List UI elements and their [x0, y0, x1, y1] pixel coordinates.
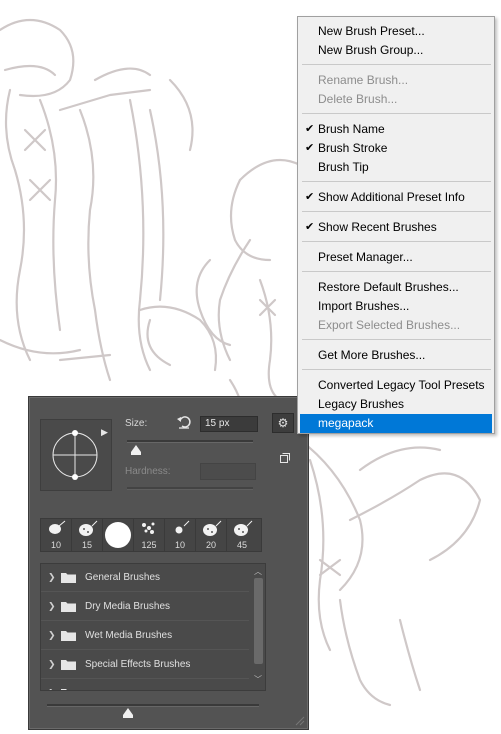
check-icon: ✔	[305, 123, 315, 135]
menu-separator	[302, 181, 491, 182]
menu-separator	[302, 64, 491, 65]
menu-item-brush-stroke[interactable]: ✔ Brush Stroke	[300, 139, 492, 158]
list-item[interactable]: ❯ General Brushes	[41, 564, 249, 592]
menu-separator	[302, 339, 491, 340]
recent-brush-1[interactable]: 10	[41, 519, 72, 551]
chevron-right-icon[interactable]: ❯	[48, 688, 56, 690]
menu-item-show-additional-preset-info[interactable]: ✔ Show Additional Preset Info	[300, 188, 492, 207]
check-icon: ✔	[305, 142, 315, 154]
folder-icon	[61, 602, 76, 612]
brush-textured-icon	[234, 520, 253, 536]
menu-item-legacy-brushes[interactable]: Legacy Brushes	[300, 395, 492, 414]
size-slider-thumb[interactable]	[130, 445, 141, 455]
reset-size-icon[interactable]	[176, 414, 192, 430]
folder-icon	[61, 689, 67, 690]
menu-item-get-more-brushes[interactable]: Get More Brushes...	[300, 346, 492, 365]
recent-brushes-strip: 10 15 125 10 20 45	[40, 518, 262, 552]
brush-groups-list: ❯ General Brushes ❯ Dry Media Brushes ❯ …	[40, 563, 266, 691]
list-item[interactable]: ❯ Dry Media Brushes	[41, 593, 249, 621]
scroll-down-icon[interactable]: ﹀	[254, 674, 262, 685]
preview-size-slider-track[interactable]	[47, 704, 259, 707]
hardness-label: Hardness:	[125, 466, 171, 477]
hardness-slider-track[interactable]	[127, 487, 253, 490]
menu-separator	[302, 113, 491, 114]
size-label: Size:	[125, 418, 148, 429]
size-input[interactable]: 15 px	[200, 416, 258, 432]
check-icon: ✔	[305, 221, 315, 233]
menu-item-new-brush-preset[interactable]: New Brush Preset...	[300, 22, 492, 41]
list-scrollbar[interactable]: ︿ ﹀	[252, 564, 265, 690]
menu-separator	[302, 271, 491, 272]
menu-item-converted-legacy-tool-presets[interactable]: Converted Legacy Tool Presets	[300, 376, 492, 395]
new-preset-icon[interactable]	[279, 452, 291, 464]
recent-brush-4[interactable]: 125	[134, 519, 165, 551]
preview-arrow-icon: ▶	[101, 427, 108, 437]
menu-item-brush-tip[interactable]: Brush Tip	[300, 158, 492, 177]
chevron-right-icon[interactable]: ❯	[48, 572, 56, 583]
check-icon: ✔	[305, 191, 315, 203]
menu-item-restore-default-brushes[interactable]: Restore Default Brushes...	[300, 278, 492, 297]
brush-textured-icon	[79, 520, 98, 536]
resize-grip-icon[interactable]	[295, 716, 305, 726]
brush-round-hard-icon	[105, 522, 131, 548]
scroll-thumb[interactable]	[254, 578, 263, 664]
menu-separator	[302, 241, 491, 242]
chevron-right-icon[interactable]: ❯	[48, 659, 56, 670]
preview-size-slider-thumb[interactable]	[122, 708, 133, 718]
menu-item-megapack[interactable]: megapack	[300, 414, 492, 433]
menu-item-new-brush-group[interactable]: New Brush Group...	[300, 41, 492, 60]
recent-brush-3[interactable]	[103, 519, 134, 551]
recent-brush-6[interactable]: 20	[196, 519, 227, 551]
folder-icon	[61, 660, 76, 670]
menu-item-export-selected-brushes[interactable]: Export Selected Brushes...	[300, 316, 492, 335]
menu-item-preset-manager[interactable]: Preset Manager...	[300, 248, 492, 267]
recent-brush-5[interactable]: 10	[165, 519, 196, 551]
menu-separator	[302, 369, 491, 370]
brush-preset-panel: ▶ Size: 15 px Hardness: ⚙ 10 15 125 10 2…	[28, 396, 309, 730]
size-slider-track[interactable]	[127, 440, 253, 443]
brush-panel-context-menu: New Brush Preset... New Brush Group... R…	[297, 16, 495, 434]
list-item[interactable]: ❯	[41, 680, 249, 690]
menu-item-import-brushes[interactable]: Import Brushes...	[300, 297, 492, 316]
brush-scatter-icon	[142, 522, 155, 534]
brush-small-dot-icon	[175, 520, 190, 534]
brush-textured-icon	[203, 520, 222, 536]
recent-brush-2[interactable]: 15	[72, 519, 103, 551]
recent-brush-7[interactable]: 45	[227, 519, 257, 551]
gear-icon: ⚙	[277, 416, 289, 430]
list-item[interactable]: ❯ Wet Media Brushes	[41, 622, 249, 650]
hardness-input[interactable]	[200, 463, 256, 480]
menu-item-show-recent-brushes[interactable]: ✔ Show Recent Brushes	[300, 218, 492, 237]
brush-panel-menu-button[interactable]: ⚙	[272, 413, 294, 433]
scroll-up-icon[interactable]: ︿	[254, 566, 262, 577]
folder-icon	[61, 573, 76, 583]
menu-item-rename-brush[interactable]: Rename Brush...	[300, 71, 492, 90]
folder-icon	[61, 631, 76, 641]
brush-splatter-icon	[49, 520, 66, 534]
menu-item-delete-brush[interactable]: Delete Brush...	[300, 90, 492, 109]
list-item[interactable]: ❯ Special Effects Brushes	[41, 651, 249, 679]
chevron-right-icon[interactable]: ❯	[48, 630, 56, 641]
menu-separator	[302, 211, 491, 212]
chevron-right-icon[interactable]: ❯	[48, 601, 56, 612]
menu-item-brush-name[interactable]: ✔ Brush Name	[300, 120, 492, 139]
